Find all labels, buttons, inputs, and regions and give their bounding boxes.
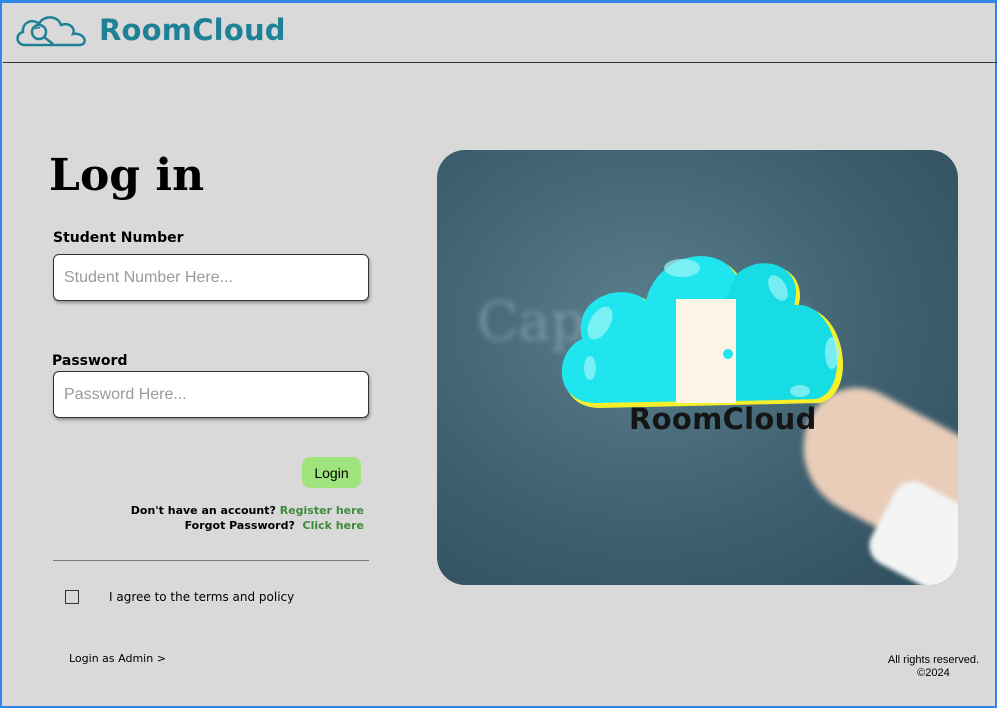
divider [53, 560, 369, 561]
footer: All rights reserved. ©2024 [888, 654, 979, 680]
agree-checkbox[interactable] [65, 590, 79, 604]
hero-logo-name: RoomCloud [629, 402, 817, 436]
register-link[interactable]: Register here [280, 504, 364, 517]
copyright-text: ©2024 [917, 667, 950, 679]
cloud-search-icon [16, 16, 86, 47]
agree-label: I agree to the terms and policy [109, 590, 295, 604]
password-input[interactable] [53, 371, 369, 418]
brand-name: RoomCloud [99, 13, 286, 47]
admin-login-link[interactable]: Login as Admin > [69, 652, 166, 665]
forgot-password-text: Forgot Password? [184, 519, 295, 532]
page-title: Log in [49, 150, 205, 201]
register-row: Don't have an account? Register here [131, 504, 364, 517]
roomcloud-door-logo-icon [561, 256, 844, 408]
rights-text: All rights reserved. [887, 654, 979, 666]
brand-logo[interactable]: RoomCloud [13, 12, 286, 48]
no-account-text: Don't have an account? [130, 504, 276, 517]
student-number-input[interactable] [53, 254, 369, 301]
forgot-password-link[interactable]: Click here [303, 519, 364, 532]
login-button[interactable]: Login [302, 457, 361, 488]
top-header: RoomCloud [3, 3, 997, 63]
student-number-label: Student Number [53, 230, 184, 246]
password-label: Password [52, 353, 128, 369]
forgot-row: Forgot Password? Click here [185, 519, 364, 532]
